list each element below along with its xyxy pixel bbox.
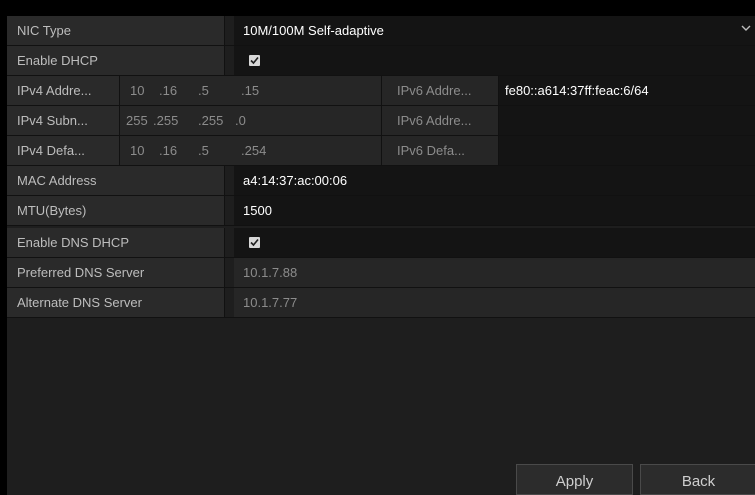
ipv4-octet: .16 (159, 143, 178, 158)
nic-type-row: NIC Type 10M/100M Self-adaptive (7, 16, 755, 46)
gateway-row: IPv4 Defa... 10 .16 .5 .254 IPv6 Defa... (7, 136, 755, 166)
mtu-label: MTU(Bytes) (7, 196, 225, 225)
enable-dhcp-label: Enable DHCP (7, 46, 225, 75)
ipv4-octet: 255 (126, 113, 148, 128)
ipv4-subnet-label: IPv4 Subn... (7, 106, 120, 135)
ip-address-row: IPv4 Addre... 10 .16 .5 .15 IPv6 Addre..… (7, 76, 755, 106)
checkmark-icon (250, 56, 259, 65)
ipv4-octet: .5 (198, 83, 209, 98)
enable-dns-dhcp-checkbox[interactable] (249, 237, 260, 248)
ipv6-address-value (499, 106, 755, 135)
alternate-dns-input[interactable]: 10.1.7.77 (234, 288, 755, 317)
mtu-input[interactable]: 1500 (234, 196, 755, 225)
enable-dns-dhcp-label: Enable DNS DHCP (7, 228, 225, 257)
alternate-dns-label: Alternate DNS Server (7, 288, 225, 317)
mac-address-value: a4:14:37:ac:00:06 (234, 166, 755, 195)
ipv4-octet: .0 (235, 113, 246, 128)
ipv4-octet: 10 (130, 83, 145, 98)
nic-type-select[interactable]: 10M/100M Self-adaptive (234, 16, 755, 45)
nic-type-value: 10M/100M Self-adaptive (243, 23, 384, 38)
ipv4-address-field[interactable]: 10 .16 .5 .15 (120, 76, 381, 105)
ipv4-octet: .15 (241, 83, 260, 98)
ipv4-octet: .255 (198, 113, 224, 128)
ipv4-subnet-field[interactable]: 255 .255 .255 .0 (120, 106, 381, 135)
ipv4-address-label: IPv4 Addre... (7, 76, 120, 105)
ipv4-octet: .16 (159, 83, 178, 98)
checkmark-icon (250, 238, 259, 247)
ipv4-gateway-label: IPv4 Defa... (7, 136, 120, 165)
ipv6-gateway-value (499, 136, 755, 165)
apply-button[interactable]: Apply (516, 464, 633, 495)
enable-dhcp-checkbox[interactable] (249, 55, 260, 66)
back-button[interactable]: Back (640, 464, 755, 495)
ipv4-octet: .5 (198, 143, 209, 158)
ipv6-address-label: IPv6 Addre... (381, 76, 499, 105)
mac-address-label: MAC Address (7, 166, 225, 195)
ipv6-address-label: IPv6 Addre... (381, 106, 499, 135)
ipv4-gateway-field[interactable]: 10 .16 .5 .254 (120, 136, 381, 165)
mac-row: MAC Address a4:14:37:ac:00:06 (7, 166, 755, 196)
preferred-dns-label: Preferred DNS Server (7, 258, 225, 287)
subnet-row: IPv4 Subn... 255 .255 .255 .0 IPv6 Addre… (7, 106, 755, 136)
mtu-row: MTU(Bytes) 1500 (7, 196, 755, 226)
network-settings-panel: NIC Type 10M/100M Self-adaptive Enable D… (7, 16, 755, 495)
ipv4-octet: .254 (241, 143, 267, 158)
ipv4-octet: 10 (130, 143, 145, 158)
enable-dhcp-row: Enable DHCP (7, 46, 755, 76)
preferred-dns-row: Preferred DNS Server 10.1.7.88 (7, 258, 755, 288)
preferred-dns-input[interactable]: 10.1.7.88 (234, 258, 755, 287)
chevron-down-icon (741, 25, 751, 31)
ipv6-gateway-label: IPv6 Defa... (381, 136, 499, 165)
ipv6-address-value: fe80::a614:37ff:feac:6/64 (499, 76, 755, 105)
alternate-dns-row: Alternate DNS Server 10.1.7.77 (7, 288, 755, 318)
enable-dns-dhcp-row: Enable DNS DHCP (7, 228, 755, 258)
nic-type-label: NIC Type (7, 16, 225, 45)
ipv4-octet: .255 (153, 113, 179, 128)
